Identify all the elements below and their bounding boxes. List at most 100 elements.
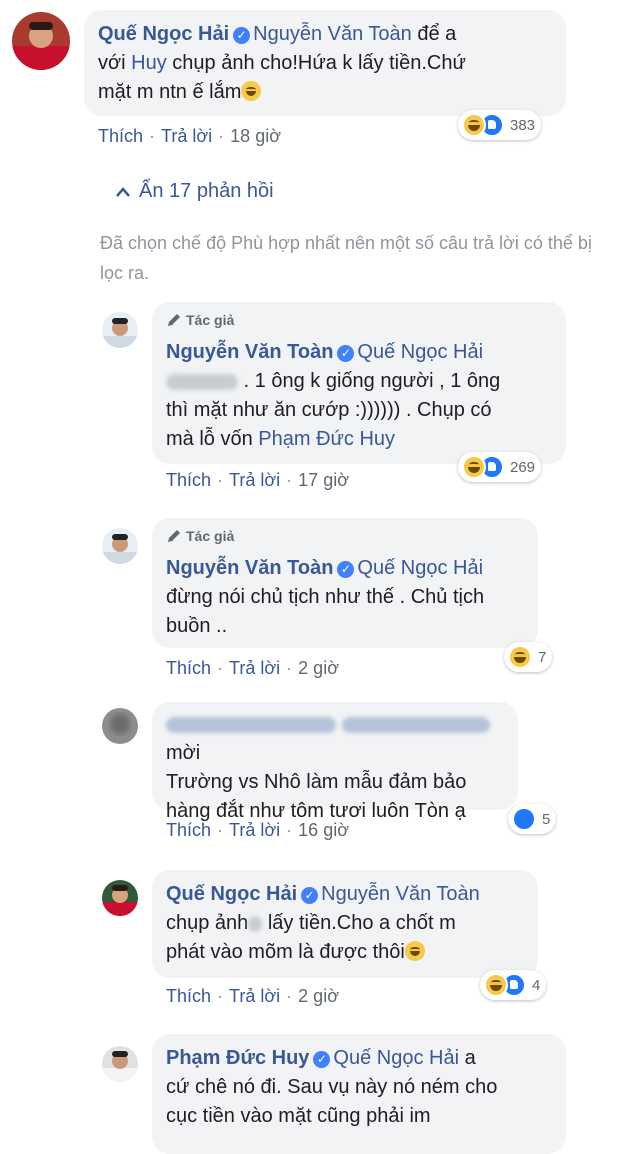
- verified-icon: ✓: [233, 27, 251, 44]
- comment-time[interactable]: 2 giờ: [298, 658, 339, 679]
- hide-replies-label[interactable]: Ẩn 17 phản hồi: [139, 180, 274, 203]
- comment-text: chụp ảnh: [166, 912, 249, 934]
- chevron-up-icon: [116, 186, 130, 197]
- comment-bubble: Quế Ngọc Hải ✓ Nguyễn Văn Toàn chụp ảnh lấ…: [152, 870, 538, 978]
- comment-author[interactable]: Quế Ngọc Hải: [166, 883, 297, 905]
- verified-icon: ✓: [337, 345, 355, 362]
- separator: ·: [217, 658, 224, 678]
- author-badge-label: Tác giả: [186, 528, 235, 544]
- mention-link[interactable]: Quế Ngọc Hải: [357, 341, 483, 363]
- comment-text: chụp ảnh cho!Hứa k lấy tiền.Chứ: [172, 52, 466, 74]
- comment-text: đừng nói chủ tịch như thế . Chủ tịch: [166, 586, 485, 608]
- reaction-count: 4: [532, 976, 541, 994]
- comment-text: cục tiền vào mặt cũng phải im: [166, 1105, 431, 1127]
- reaction-count: 7: [538, 648, 547, 666]
- comment-actions: Thích · Trả lời · 2 giờ: [166, 986, 339, 1007]
- reaction-summary[interactable]: 7: [504, 642, 553, 672]
- haha-icon: [484, 973, 508, 997]
- comment-text: phát vào mõm là được thôi: [166, 941, 405, 963]
- redacted-word: [248, 915, 263, 932]
- comment-author[interactable]: Nguyễn Văn Toàn: [166, 557, 333, 579]
- like-button[interactable]: Thích: [166, 986, 211, 1007]
- mention-link[interactable]: Nguyễn Văn Toàn: [253, 23, 412, 45]
- reply-button[interactable]: Trả lời: [229, 820, 280, 841]
- avatar[interactable]: [102, 312, 138, 348]
- reply-button[interactable]: Trả lời: [229, 470, 280, 491]
- author-badge: Tác giả: [166, 310, 234, 330]
- reply-button[interactable]: Trả lời: [229, 658, 280, 679]
- reaction-summary[interactable]: 269: [458, 452, 542, 482]
- comment-text: thì mặt như ăn cướp :)))))) . Chụp có: [166, 399, 492, 421]
- avatar[interactable]: [102, 528, 138, 564]
- separator: ·: [217, 820, 224, 840]
- comment-author[interactable]: Nguyễn Văn Toàn: [166, 341, 333, 363]
- like-button[interactable]: Thích: [166, 658, 211, 679]
- like-button[interactable]: Thích: [166, 470, 211, 491]
- comment-bubble: mời Trường vs Nhô làm mẫu đảm bảo hàng đ…: [152, 702, 518, 822]
- avatar[interactable]: [102, 1046, 138, 1082]
- comment-time[interactable]: 17 giờ: [298, 470, 349, 491]
- separator: ·: [286, 470, 293, 490]
- pencil-icon: [168, 530, 180, 542]
- comment-text: với: [98, 52, 126, 74]
- pencil-icon: [168, 314, 180, 326]
- comment-text: Trường vs Nhô làm mẫu đảm bảo: [166, 771, 467, 793]
- avatar[interactable]: [102, 880, 138, 916]
- comment-text: cứ chê nó đi. Sau vụ này nó ném cho: [166, 1076, 498, 1098]
- comment-author[interactable]: Quế Ngọc Hải: [98, 23, 229, 45]
- rofl-emoji-icon: [404, 941, 425, 961]
- reply-button[interactable]: Trả lời: [229, 986, 280, 1007]
- comment-time[interactable]: 2 giờ: [298, 986, 339, 1007]
- redacted-mention: [166, 373, 238, 390]
- reaction-count: 383: [510, 116, 536, 134]
- comment-text: buồn ..: [166, 615, 228, 637]
- comment-bubble: Tác giả Nguyễn Văn Toàn ✓ Quế Ngọc Hải đừn…: [152, 518, 538, 648]
- author-badge-label: Tác giả: [186, 312, 235, 328]
- like-button[interactable]: Thích: [98, 126, 143, 147]
- mention-link[interactable]: Quế Ngọc Hải: [333, 1047, 459, 1069]
- reaction-count: 5: [542, 810, 551, 828]
- comment-actions: Thích · Trả lời · 2 giờ: [166, 658, 339, 679]
- comment-text: để a: [417, 23, 457, 45]
- hide-replies-toggle[interactable]: Ẩn 17 phản hồi: [115, 180, 274, 203]
- reaction-summary[interactable]: 4: [480, 970, 547, 1000]
- author-badge: Tác giả: [166, 526, 234, 546]
- reaction-count: 269: [510, 458, 536, 476]
- redacted-mention: [341, 716, 490, 733]
- comment-time[interactable]: 18 giờ: [230, 126, 281, 147]
- comment-text: a: [464, 1047, 476, 1069]
- mention-link[interactable]: Phạm Đức Huy: [258, 428, 395, 450]
- verified-icon: ✓: [301, 887, 319, 904]
- comment-author[interactable]: Phạm Đức Huy: [166, 1047, 309, 1069]
- avatar[interactable]: [102, 708, 138, 744]
- comment-text: . 1 ông k giống người , 1 ông: [243, 370, 501, 392]
- rofl-emoji-icon: [241, 81, 262, 101]
- mention-link[interactable]: Quế Ngọc Hải: [357, 557, 483, 579]
- comment-bubble: Quế Ngọc Hải ✓ Nguyễn Văn Toàn để a với Hu…: [84, 10, 566, 116]
- reply-button[interactable]: Trả lời: [161, 126, 212, 147]
- comment-text: mặt m ntn ế lắm: [98, 81, 242, 103]
- reaction-summary[interactable]: 5: [508, 804, 557, 834]
- avatar[interactable]: [12, 12, 70, 70]
- separator: ·: [217, 470, 224, 490]
- mention-link[interactable]: Huy: [131, 52, 167, 74]
- comment-time[interactable]: 16 giờ: [298, 820, 349, 841]
- comment-text: mà lỗ vốn: [166, 428, 253, 450]
- separator: ·: [149, 126, 156, 146]
- comment-text: hàng đắt như tôm tươi luôn Tòn ạ: [166, 800, 466, 822]
- comment-actions: Thích · Trả lời · 16 giờ: [166, 820, 349, 841]
- reaction-summary[interactable]: 383: [458, 110, 542, 140]
- like-button[interactable]: Thích: [166, 820, 211, 841]
- verified-icon: ✓: [313, 1051, 331, 1068]
- comment-text: lấy tiền.Cho a chốt m: [267, 912, 456, 934]
- comment-bubble: Phạm Đức Huy ✓ Quế Ngọc Hải a cứ chê nó đi…: [152, 1034, 566, 1154]
- comment-bubble: Tác giả Nguyễn Văn Toàn ✓ Quế Ngọc Hải . 1…: [152, 302, 566, 464]
- verified-icon: ✓: [337, 561, 355, 578]
- haha-icon: [508, 645, 532, 669]
- separator: ·: [286, 820, 293, 840]
- relevance-notice: Đã chọn chế độ Phù hợp nhất nên một số c…: [100, 233, 592, 283]
- haha-icon: [462, 113, 486, 137]
- comment-actions: Thích · Trả lời · 18 giờ: [98, 126, 281, 147]
- mention-link[interactable]: Nguyễn Văn Toàn: [321, 883, 480, 905]
- separator: ·: [218, 126, 225, 146]
